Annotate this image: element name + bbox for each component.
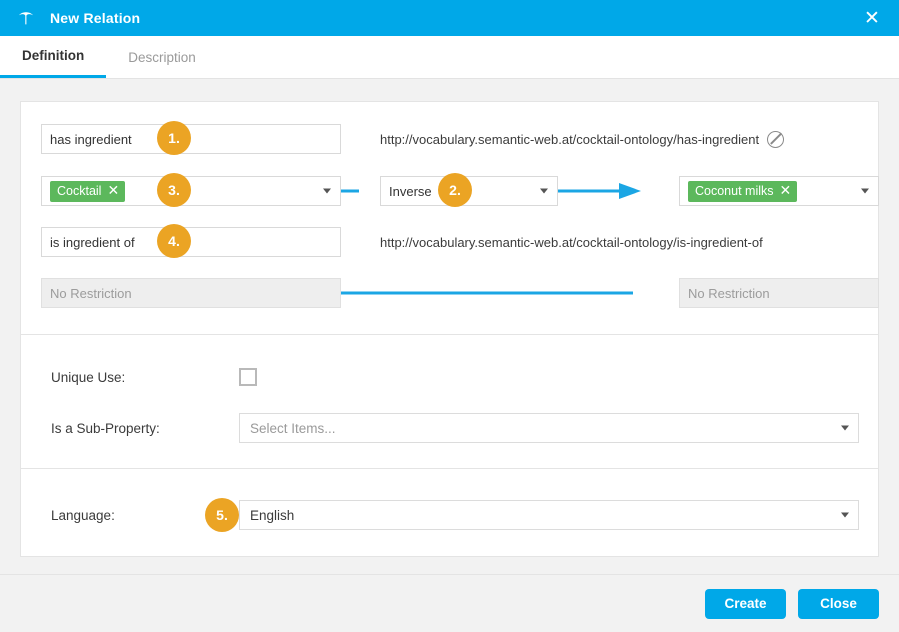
tab-definition[interactable]: Definition <box>0 36 107 78</box>
chevron-down-icon[interactable] <box>841 425 849 431</box>
chevron-down-icon[interactable] <box>540 188 548 194</box>
poolparty-logo-icon <box>16 8 36 28</box>
language-select[interactable]: English <box>239 500 859 530</box>
chevron-down-icon[interactable] <box>841 512 849 518</box>
annotation-badge-5: 5. <box>205 498 239 532</box>
forward-uri-text: http://vocabulary.semantic-web.at/cockta… <box>380 131 760 147</box>
inverse-range-restriction: No Restriction <box>679 278 879 308</box>
annotation-badge-2: 2. <box>438 173 472 207</box>
annotation-badge-3: 3. <box>157 173 191 207</box>
close-icon[interactable]: ✕ <box>845 0 899 36</box>
annotation-badge-4: 4. <box>157 224 191 258</box>
inverse-uri-text: http://vocabulary.semantic-web.at/cockta… <box>380 234 763 250</box>
tabbar: Definition Description <box>0 36 899 79</box>
forward-uri: http://vocabulary.semantic-web.at/cockta… <box>380 124 785 154</box>
inverse-label-input[interactable]: is ingredient of <box>41 227 341 257</box>
sub-property-label: Is a Sub-Property: <box>51 420 160 436</box>
forward-label-input[interactable]: has ingredient <box>41 124 341 154</box>
unique-use-checkbox[interactable] <box>239 368 257 386</box>
remove-tag-icon[interactable]: ✕ <box>107 184 119 198</box>
annotation-badge-3-label: 3. <box>168 182 180 198</box>
domain-tag-label: Cocktail <box>57 184 102 198</box>
annotation-badge-4-label: 4. <box>168 233 180 249</box>
inverse-uri: http://vocabulary.semantic-web.at/cockta… <box>380 227 763 257</box>
tab-description[interactable]: Description <box>106 36 218 78</box>
sub-property-row: Is a Sub-Property: Select Items... <box>51 412 859 444</box>
domain-select[interactable]: Cocktail ✕ <box>41 176 341 206</box>
dialog-footer: Create Close <box>0 574 899 632</box>
new-relation-dialog: New Relation ✕ Definition Description ha… <box>0 0 899 632</box>
sub-property-select[interactable]: Select Items... <box>239 413 859 443</box>
sub-property-placeholder: Select Items... <box>250 420 336 436</box>
unique-use-row: Unique Use: <box>51 361 848 393</box>
inverse-domain-restriction: No Restriction <box>41 278 341 308</box>
annotation-badge-1-label: 1. <box>168 130 180 146</box>
relation-type-value: Inverse <box>389 183 432 199</box>
relation-definition-panel: has ingredient http://vocabulary.semanti… <box>20 101 879 335</box>
tab-description-label: Description <box>128 49 196 65</box>
no-edit-icon[interactable] <box>767 130 785 148</box>
language-value: English <box>250 507 295 523</box>
annotation-badge-2-label: 2. <box>449 182 461 198</box>
restriction-row: No Restriction No Restriction <box>41 278 879 308</box>
chevron-down-icon[interactable] <box>323 188 331 194</box>
inverse-range-restriction-value: No Restriction <box>688 285 770 301</box>
relation-options-panel: Unique Use: Is a Sub-Property: Select It… <box>20 335 879 469</box>
range-tag-label: Coconut milks <box>695 184 774 198</box>
inverse-domain-restriction-value: No Restriction <box>50 285 132 301</box>
domain-tag: Cocktail ✕ <box>50 180 126 202</box>
dialog-titlebar: New Relation ✕ <box>0 0 899 36</box>
unique-use-label: Unique Use: <box>51 369 126 385</box>
annotation-badge-1: 1. <box>157 121 191 155</box>
tab-definition-label: Definition <box>22 48 85 63</box>
inverse-label-value: is ingredient of <box>50 234 135 250</box>
range-tag: Coconut milks ✕ <box>688 180 798 202</box>
range-select[interactable]: Coconut milks ✕ <box>679 176 879 206</box>
create-button[interactable]: Create <box>705 588 786 619</box>
dialog-title: New Relation <box>50 10 141 26</box>
dialog-content: has ingredient http://vocabulary.semanti… <box>0 79 899 574</box>
annotation-badge-5-label: 5. <box>216 507 228 523</box>
close-button[interactable]: Close <box>798 588 879 619</box>
chevron-down-icon[interactable] <box>861 188 869 194</box>
remove-tag-icon[interactable]: ✕ <box>780 184 792 198</box>
language-panel: Language: English 5. <box>20 469 879 557</box>
forward-label-value: has ingredient <box>50 131 132 147</box>
language-row: Language: English <box>51 499 859 531</box>
